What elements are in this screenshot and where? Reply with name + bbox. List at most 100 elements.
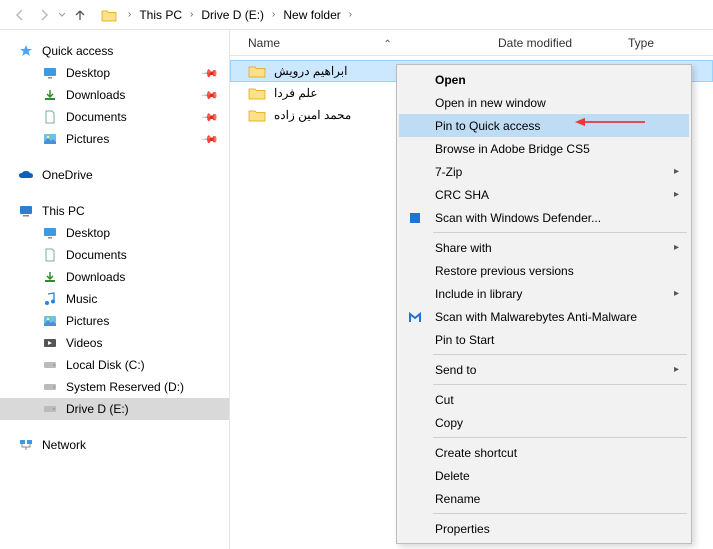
sidebar-item-desktop[interactable]: Desktop — [0, 222, 229, 244]
menu-separator — [433, 232, 687, 233]
column-name[interactable]: Name ⌃ — [248, 36, 498, 50]
sidebar-item-downloads[interactable]: Downloads 📌 — [0, 84, 229, 106]
sidebar-item-label: Desktop — [66, 226, 110, 240]
pictures-icon — [42, 313, 58, 329]
onedrive-icon — [18, 167, 34, 183]
up-button[interactable] — [68, 3, 92, 27]
cm-include-library[interactable]: Include in library▸ — [399, 282, 689, 305]
sidebar-item-label: System Reserved (D:) — [66, 380, 184, 394]
cm-create-shortcut[interactable]: Create shortcut — [399, 441, 689, 464]
sidebar-label: Network — [42, 438, 86, 452]
sidebar: Quick access Desktop 📌 Downloads 📌 Docum… — [0, 30, 230, 549]
menu-separator — [433, 354, 687, 355]
cm-pin-start[interactable]: Pin to Start — [399, 328, 689, 351]
breadcrumb-item[interactable]: This PC — [137, 8, 184, 22]
folder-icon — [248, 108, 266, 122]
videos-icon — [42, 335, 58, 351]
file-name: علم فردا — [274, 86, 318, 100]
sidebar-item-pictures[interactable]: Pictures 📌 — [0, 128, 229, 150]
cm-7zip[interactable]: 7-Zip▸ — [399, 160, 689, 183]
sidebar-network[interactable]: Network — [0, 434, 229, 456]
cm-copy[interactable]: Copy — [399, 411, 689, 434]
downloads-icon — [42, 87, 58, 103]
drive-icon — [42, 401, 58, 417]
pictures-icon — [42, 131, 58, 147]
sidebar-item-drive-e[interactable]: Drive D (E:) — [0, 398, 229, 420]
sidebar-item-label: Music — [66, 292, 97, 306]
folder-icon — [100, 6, 118, 24]
menu-separator — [433, 437, 687, 438]
pin-icon: 📌 — [201, 130, 220, 149]
cm-open[interactable]: Open — [399, 68, 689, 91]
cm-open-new-window[interactable]: Open in new window — [399, 91, 689, 114]
chevron-right-icon: › — [266, 9, 281, 20]
cm-defender[interactable]: Scan with Windows Defender... — [399, 206, 689, 229]
pin-icon: 📌 — [201, 86, 220, 105]
column-type[interactable]: Type — [628, 36, 654, 50]
column-headers[interactable]: Name ⌃ Date modified Type — [230, 30, 713, 56]
music-icon — [42, 291, 58, 307]
chevron-right-icon: ▸ — [674, 364, 679, 375]
documents-icon — [42, 247, 58, 263]
chevron-right-icon: ▸ — [674, 166, 679, 177]
sidebar-item-label: Documents — [66, 248, 127, 262]
folder-icon — [248, 64, 266, 78]
drive-icon — [42, 357, 58, 373]
network-icon — [18, 437, 34, 453]
sidebar-item-documents[interactable]: Documents 📌 — [0, 106, 229, 128]
folder-icon — [248, 86, 266, 100]
sidebar-item-downloads[interactable]: Downloads — [0, 266, 229, 288]
desktop-icon — [42, 225, 58, 241]
sidebar-item-label: Videos — [66, 336, 102, 350]
recent-dropdown[interactable] — [56, 3, 68, 27]
drive-icon — [42, 379, 58, 395]
chevron-right-icon: ▸ — [674, 288, 679, 299]
sidebar-item-label: Drive D (E:) — [66, 402, 129, 416]
cm-share-with[interactable]: Share with▸ — [399, 236, 689, 259]
sidebar-label: OneDrive — [42, 168, 93, 182]
chevron-right-icon: › — [343, 9, 358, 20]
sidebar-item-label: Local Disk (C:) — [66, 358, 145, 372]
sort-indicator-icon: ⌃ — [383, 39, 391, 50]
sidebar-item-videos[interactable]: Videos — [0, 332, 229, 354]
cm-crc-sha[interactable]: CRC SHA▸ — [399, 183, 689, 206]
desktop-icon — [42, 65, 58, 81]
star-icon — [18, 43, 34, 59]
menu-separator — [433, 384, 687, 385]
sidebar-label: Quick access — [42, 44, 113, 58]
sidebar-item-drive-c[interactable]: Local Disk (C:) — [0, 354, 229, 376]
pc-icon — [18, 203, 34, 219]
sidebar-item-music[interactable]: Music — [0, 288, 229, 310]
defender-icon — [407, 210, 423, 226]
cm-rename[interactable]: Rename — [399, 487, 689, 510]
sidebar-this-pc[interactable]: This PC — [0, 200, 229, 222]
forward-button[interactable] — [32, 3, 56, 27]
sidebar-item-label: Documents — [66, 110, 127, 124]
cm-pin-quick-access[interactable]: Pin to Quick access — [399, 114, 689, 137]
cm-properties[interactable]: Properties — [399, 517, 689, 540]
cm-malwarebytes[interactable]: Scan with Malwarebytes Anti-Malware — [399, 305, 689, 328]
sidebar-item-desktop[interactable]: Desktop 📌 — [0, 62, 229, 84]
cm-send-to[interactable]: Send to▸ — [399, 358, 689, 381]
column-date[interactable]: Date modified — [498, 36, 628, 50]
pin-icon: 📌 — [201, 64, 220, 83]
breadcrumb[interactable]: › This PC › Drive D (E:) › New folder › — [100, 3, 705, 27]
cm-restore-versions[interactable]: Restore previous versions — [399, 259, 689, 282]
context-menu: Open Open in new window Pin to Quick acc… — [396, 64, 692, 544]
cm-browse-bridge[interactable]: Browse in Adobe Bridge CS5 — [399, 137, 689, 160]
sidebar-item-label: Pictures — [66, 314, 109, 328]
sidebar-item-documents[interactable]: Documents — [0, 244, 229, 266]
cm-delete[interactable]: Delete — [399, 464, 689, 487]
back-button[interactable] — [8, 3, 32, 27]
sidebar-quick-access[interactable]: Quick access — [0, 40, 229, 62]
breadcrumb-item[interactable]: Drive D (E:) — [199, 8, 266, 22]
breadcrumb-item[interactable]: New folder — [281, 8, 342, 22]
cm-cut[interactable]: Cut — [399, 388, 689, 411]
downloads-icon — [42, 269, 58, 285]
sidebar-item-pictures[interactable]: Pictures — [0, 310, 229, 332]
navbar: › This PC › Drive D (E:) › New folder › — [0, 0, 713, 30]
sidebar-onedrive[interactable]: OneDrive — [0, 164, 229, 186]
malwarebytes-icon — [407, 309, 423, 325]
sidebar-item-label: Downloads — [66, 270, 125, 284]
sidebar-item-drive-d[interactable]: System Reserved (D:) — [0, 376, 229, 398]
